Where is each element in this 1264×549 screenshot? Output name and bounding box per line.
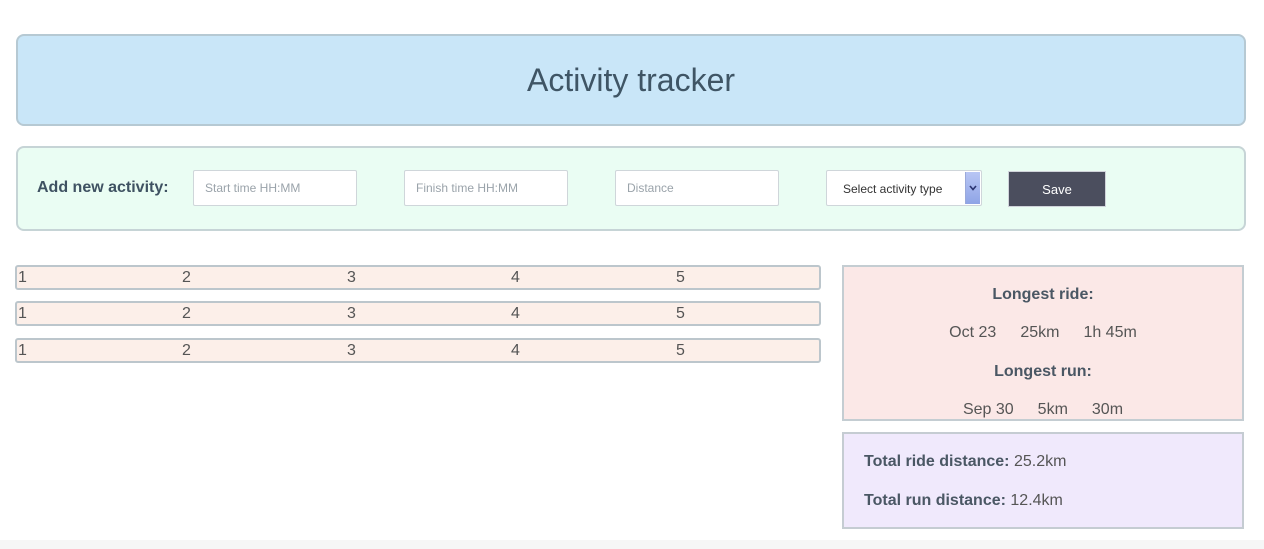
row-cell-2: 2 — [182, 305, 191, 322]
row-cell-4: 4 — [511, 305, 520, 322]
row-cell-5: 5 — [676, 269, 685, 286]
row-cell-1: 1 — [18, 305, 27, 322]
total-ride-line: Total ride distance: 25.2km — [864, 453, 1066, 471]
longest-run-heading: Longest run: — [994, 363, 1092, 380]
totals-panel: Total ride distance: 25.2km Total run di… — [842, 432, 1244, 529]
total-ride-value: 25.2km — [1013, 453, 1067, 470]
distance-input[interactable] — [615, 170, 779, 206]
page-title: Activity tracker — [526, 61, 736, 98]
header-banner: Activity tracker — [16, 34, 1246, 126]
activity-row[interactable]: 1 2 3 4 5 — [15, 338, 821, 363]
row-cell-4: 4 — [511, 342, 520, 359]
activity-row[interactable]: 1 2 3 4 5 — [15, 265, 821, 290]
row-cell-3: 3 — [347, 269, 356, 286]
row-cell-2: 2 — [182, 269, 191, 286]
longest-run-date: Sep 30 — [962, 401, 1014, 418]
longest-ride-distance: 25km — [1020, 324, 1060, 341]
activity-type-select-value: Select activity type — [843, 182, 943, 196]
row-cell-3: 3 — [347, 342, 356, 359]
add-activity-form: Add new activity: Select activity type S… — [16, 146, 1246, 231]
longest-activities-panel: Longest ride: Oct 23 25km 1h 45m Longest r… — [842, 265, 1244, 421]
total-run-label: Total run distance: — [864, 492, 1006, 509]
row-cell-5: 5 — [676, 305, 685, 322]
row-cell-1: 1 — [18, 269, 27, 286]
save-button[interactable]: Save — [1008, 171, 1106, 207]
longest-ride-heading: Longest ride: — [992, 286, 1094, 303]
total-ride-label: Total ride distance: — [864, 453, 1010, 470]
longest-ride-values: Oct 23 25km 1h 45m — [844, 324, 1242, 342]
row-cell-5: 5 — [676, 342, 685, 359]
row-cell-3: 3 — [347, 305, 356, 322]
finish-time-input[interactable] — [404, 170, 568, 206]
total-run-value: 12.4km — [1010, 492, 1063, 509]
chevron-down-icon[interactable] — [965, 172, 980, 204]
start-time-input[interactable] — [193, 170, 357, 206]
longest-run-values: Sep 30 5km 30m — [844, 401, 1242, 419]
footer-strip — [0, 540, 1264, 549]
longest-run-distance: 5km — [1037, 401, 1068, 418]
longest-ride-duration: 1h 45m — [1083, 324, 1137, 341]
longest-run-duration: 30m — [1091, 401, 1124, 418]
add-activity-label: Add new activity: — [37, 179, 169, 196]
row-cell-1: 1 — [18, 342, 27, 359]
longest-ride-date: Oct 23 — [949, 324, 997, 341]
activity-row[interactable]: 1 2 3 4 5 — [15, 301, 821, 326]
total-run-line: Total run distance: 12.4km — [864, 492, 1063, 510]
activity-type-select[interactable]: Select activity type — [826, 170, 982, 206]
row-cell-2: 2 — [182, 342, 191, 359]
row-cell-4: 4 — [511, 269, 520, 286]
